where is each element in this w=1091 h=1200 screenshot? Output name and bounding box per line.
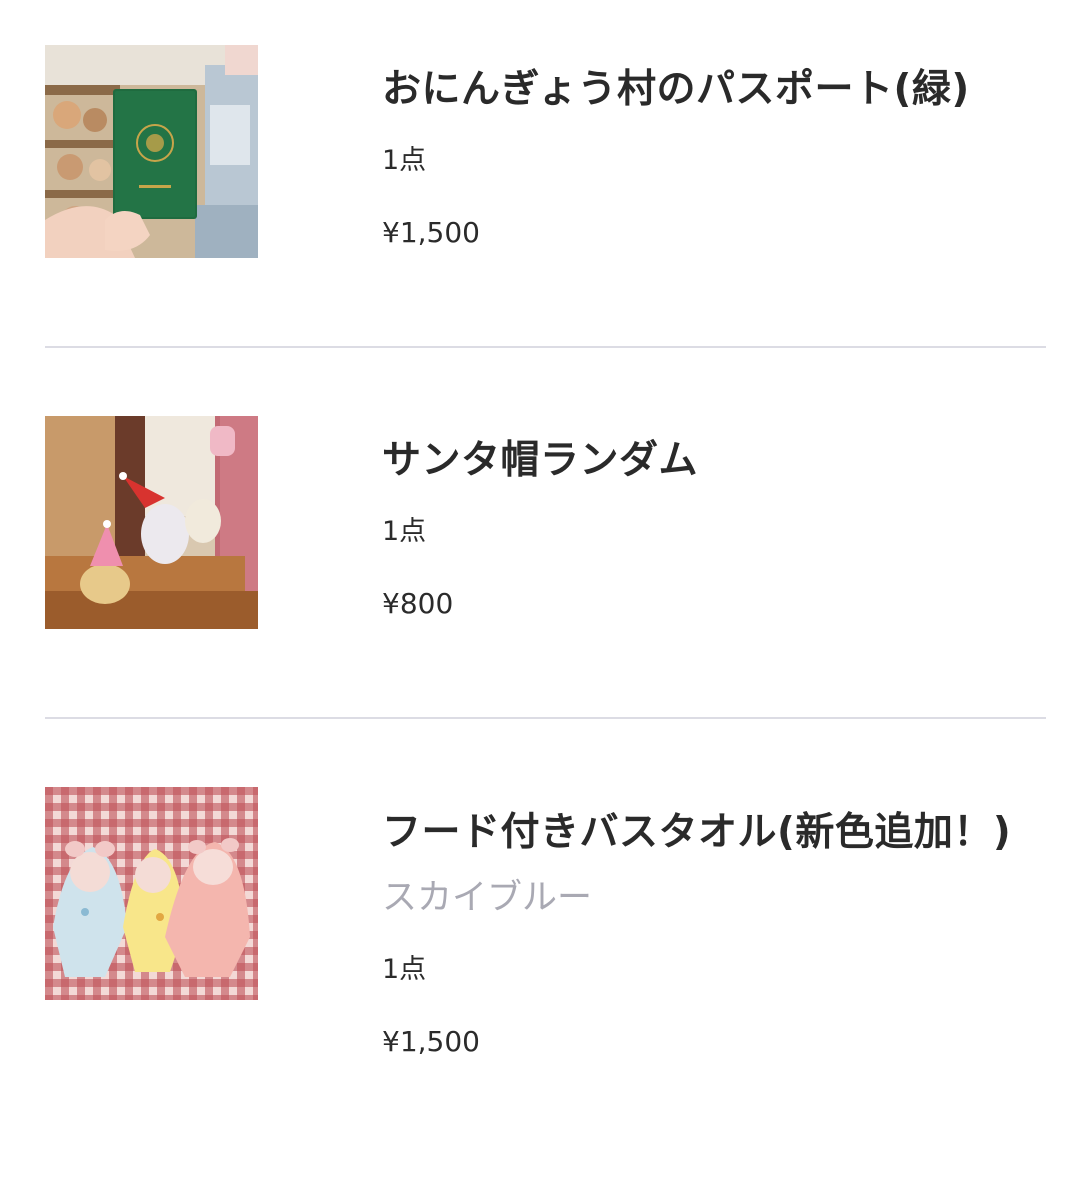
product-name[interactable]: おにんぎょう村のパスポート(緑) [382,55,1046,125]
quantity-label: 1点 [382,516,427,547]
divider [45,346,1046,348]
price-label: ¥1,500 [382,216,480,249]
item-info: フード付きバスタオル(新色追加！) スカイブルー 1点 ¥1,500 [382,787,1046,1060]
variant-label: スカイブルー [382,878,593,918]
divider [45,717,1046,719]
product-image-passport[interactable] [45,45,258,258]
quantity-label: 1点 [382,954,427,985]
item-info: サンタ帽ランダム 1点 ¥800 [382,416,1046,622]
product-image-hooded-towel[interactable] [45,787,258,1000]
item-info: おにんぎょう村のパスポート(緑) 1点 ¥1,500 [382,45,1046,251]
price-label: ¥800 [382,587,454,620]
quantity-label: 1点 [382,145,427,176]
product-image-santa-hat[interactable] [45,416,258,629]
cart-item-list: おにんぎょう村のパスポート(緑) 1点 ¥1,500 サンタ帽ランダム 1点 ¥… [0,0,1091,1200]
price-label: ¥1,500 [382,1025,480,1058]
product-name[interactable]: サンタ帽ランダム [382,426,1046,496]
product-name[interactable]: フード付きバスタオル(新色追加！) [382,798,1046,868]
